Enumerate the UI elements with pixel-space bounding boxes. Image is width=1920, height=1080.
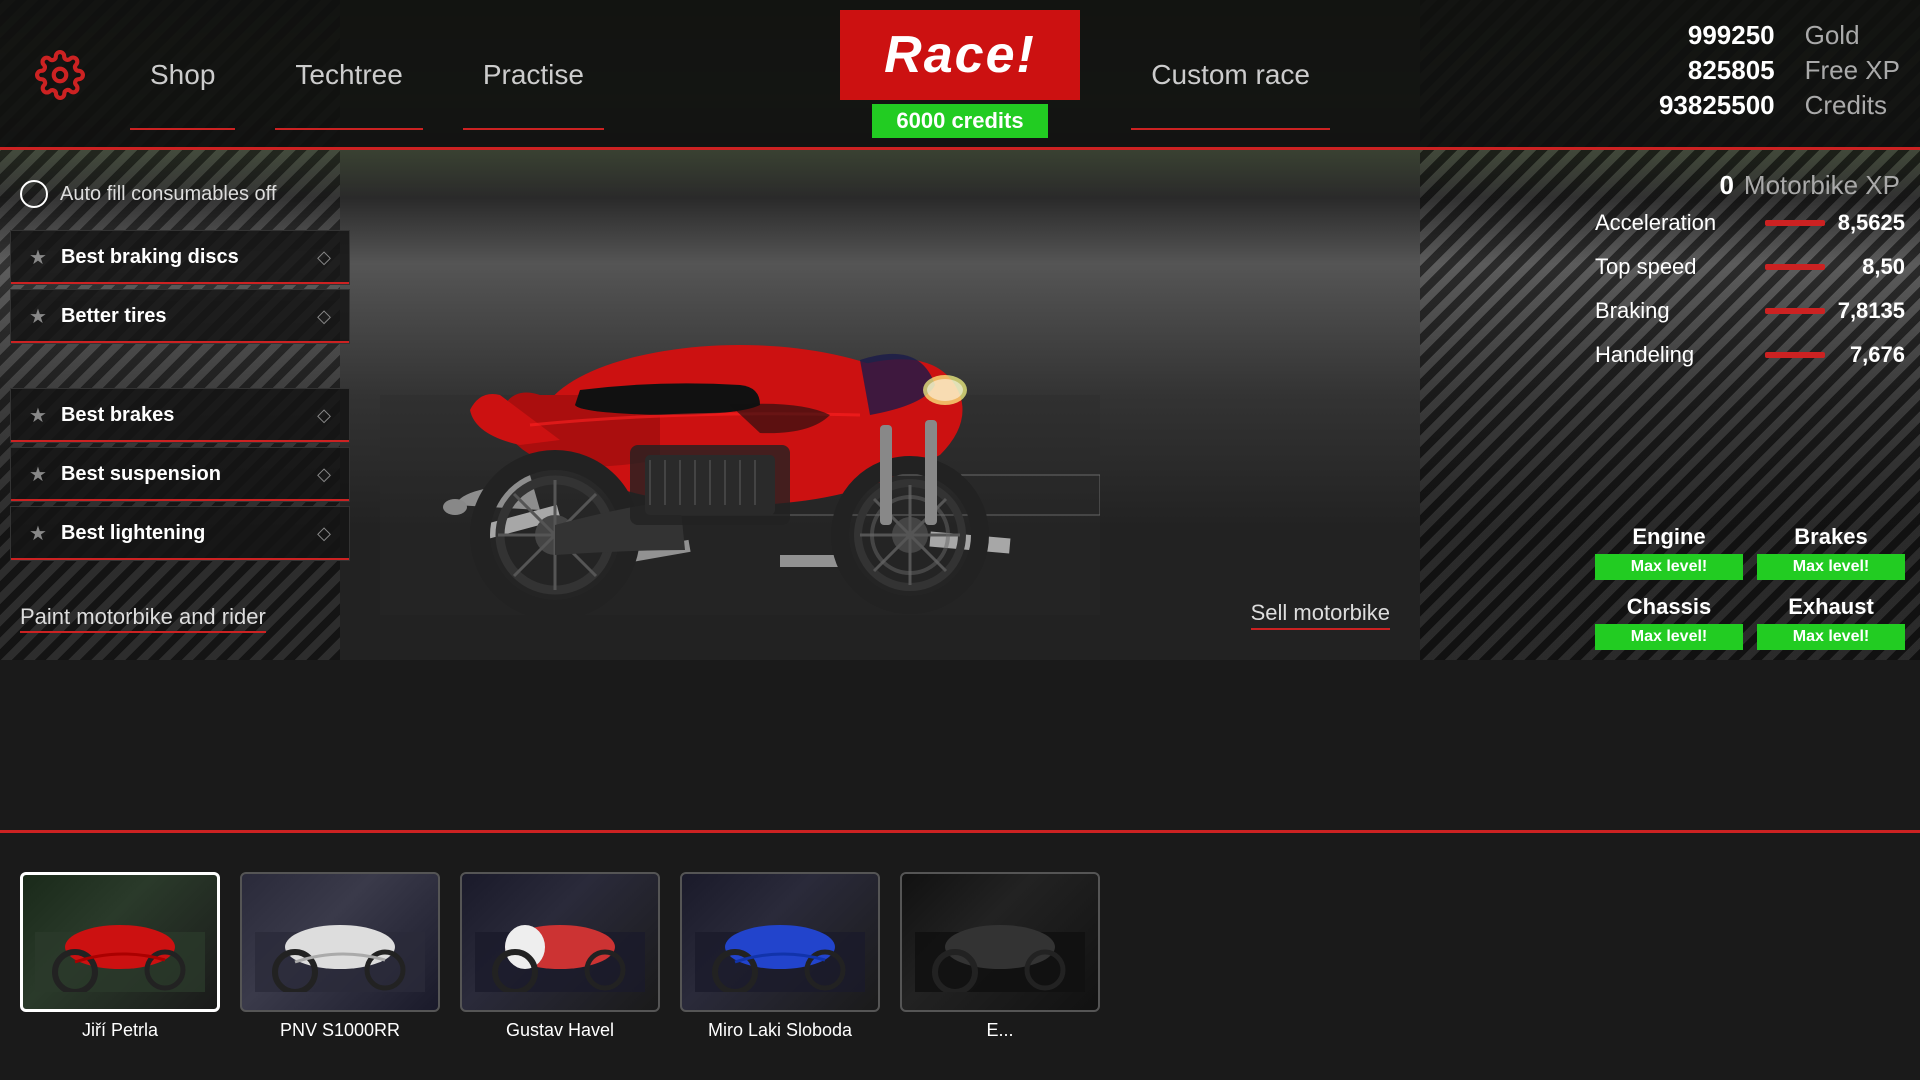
gallery-thumb-e	[900, 872, 1100, 1012]
star-icon: ★	[29, 521, 47, 546]
stat-braking-row: Braking 7,8135	[1595, 298, 1905, 324]
upgrade-braking-discs[interactable]: ★ Best braking discs ◇	[10, 230, 350, 285]
stat-topspeed-value: 8,50	[1835, 254, 1905, 280]
stat-topspeed-row: Top speed 8,50	[1595, 254, 1905, 280]
nav-custom-race[interactable]: Custom race	[1131, 0, 1330, 150]
upgrade-label: Best suspension	[61, 463, 317, 486]
motorbike-xp-display: 0 Motorbike XP	[1719, 170, 1900, 201]
gallery-thumb-miro	[680, 872, 880, 1012]
brakes-title: Brakes	[1794, 524, 1867, 550]
stat-handling-bar	[1765, 352, 1825, 358]
gallery-item-miro[interactable]: Miro Laki Sloboda	[680, 872, 880, 1041]
free-xp-label: Free XP	[1805, 55, 1900, 86]
upgrades-panel: ★ Best braking discs ◇ ★ Better tires ◇ …	[10, 230, 350, 565]
auto-fill-circle-icon	[20, 180, 48, 208]
main-bike-display	[340, 150, 1140, 660]
upgrade-label: Best braking discs	[61, 246, 317, 269]
xp-value: 0	[1719, 170, 1733, 201]
nav-techtree[interactable]: Techtree	[255, 0, 442, 150]
gallery-item-e[interactable]: E...	[900, 872, 1100, 1041]
stat-acceleration-row: Acceleration 8,5625	[1595, 210, 1905, 236]
chevron-icon: ◇	[317, 523, 331, 544]
exhaust-title: Exhaust	[1788, 594, 1874, 620]
stat-braking-name: Braking	[1595, 298, 1755, 324]
gallery-name-e: E...	[986, 1020, 1013, 1041]
stat-handling-name: Handeling	[1595, 342, 1755, 368]
stat-handling-row: Handeling 7,676	[1595, 342, 1905, 368]
auto-fill-label: Auto fill consumables off	[60, 183, 276, 206]
gallery-item-pnv[interactable]: PNV S1000RR	[240, 872, 440, 1041]
gallery-thumb-pnv	[240, 872, 440, 1012]
gallery-thumb-jiri	[20, 872, 220, 1012]
credits-label: Credits	[1805, 90, 1900, 121]
star-icon: ★	[29, 403, 47, 428]
sell-motorbike-link[interactable]: Sell motorbike	[1251, 600, 1390, 630]
stat-acceleration-bar	[1765, 220, 1825, 226]
gallery-item-jiri[interactable]: Jiří Petrla	[20, 872, 220, 1041]
nav-bar: Shop Techtree Practise	[110, 0, 624, 150]
star-icon: ★	[29, 462, 47, 487]
chevron-icon: ◇	[317, 247, 331, 268]
bike-stats-panel: Acceleration 8,5625 Top speed 8,50 Braki…	[1595, 210, 1905, 386]
gallery-name-jiri: Jiří Petrla	[82, 1020, 158, 1041]
upgrade-better-tires[interactable]: ★ Better tires ◇	[10, 289, 350, 344]
header-stats: 999250 Gold 825805 Free XP 93825500 Cred…	[1659, 20, 1900, 121]
credits-badge: 6000 credits	[872, 104, 1047, 138]
upgrade-best-lightening[interactable]: ★ Best lightening ◇	[10, 506, 350, 561]
engine-component: Engine Max level!	[1595, 524, 1743, 580]
chevron-icon: ◇	[317, 405, 331, 426]
gallery-item-gustav[interactable]: Gustav Havel	[460, 872, 660, 1041]
components-grid: Engine Max level! Brakes Max level! Chas…	[1595, 524, 1905, 650]
stat-acceleration-name: Acceleration	[1595, 210, 1755, 236]
header: Shop Techtree Practise Race! 6000 credit…	[0, 0, 1920, 150]
main-bike-svg	[380, 195, 1100, 615]
stat-acceleration-value: 8,5625	[1835, 210, 1905, 236]
nav-shop[interactable]: Shop	[110, 0, 255, 150]
gallery-name-pnv: PNV S1000RR	[280, 1020, 400, 1041]
brakes-badge: Max level!	[1757, 554, 1905, 580]
star-icon: ★	[29, 304, 47, 329]
free-xp-value: 825805	[1659, 55, 1775, 86]
gallery-name-miro: Miro Laki Sloboda	[708, 1020, 852, 1041]
settings-gear-icon[interactable]	[30, 45, 90, 105]
upgrade-label: Best lightening	[61, 522, 317, 545]
chassis-badge: Max level!	[1595, 624, 1743, 650]
chevron-icon: ◇	[317, 306, 331, 327]
race-button-container: Race! 6000 credits	[840, 10, 1080, 138]
stat-braking-value: 7,8135	[1835, 298, 1905, 324]
gallery-thumb-gustav	[460, 872, 660, 1012]
gallery-name-gustav: Gustav Havel	[506, 1020, 614, 1041]
stat-braking-bar	[1765, 308, 1825, 314]
exhaust-component: Exhaust Max level!	[1757, 594, 1905, 650]
chevron-icon: ◇	[317, 464, 331, 485]
credits-value: 93825500	[1659, 90, 1775, 121]
upgrade-label: Best brakes	[61, 404, 317, 427]
stat-handling-value: 7,676	[1835, 342, 1905, 368]
exhaust-badge: Max level!	[1757, 624, 1905, 650]
chassis-title: Chassis	[1627, 594, 1711, 620]
race-button[interactable]: Race!	[840, 10, 1080, 100]
header-red-line	[0, 147, 1920, 150]
upgrade-best-suspension[interactable]: ★ Best suspension ◇	[10, 447, 350, 502]
brakes-component: Brakes Max level!	[1757, 524, 1905, 580]
nav-practise[interactable]: Practise	[443, 0, 624, 150]
star-icon: ★	[29, 245, 47, 270]
bottom-gallery: Jiří Petrla PNV S1000RR Gustav Hav	[0, 830, 1920, 1080]
upgrade-best-brakes[interactable]: ★ Best brakes ◇	[10, 388, 350, 443]
chassis-component: Chassis Max level!	[1595, 594, 1743, 650]
gold-value: 999250	[1659, 20, 1775, 51]
engine-badge: Max level!	[1595, 554, 1743, 580]
stat-topspeed-bar	[1765, 264, 1825, 270]
upgrade-label: Better tires	[61, 305, 317, 328]
gold-label: Gold	[1805, 20, 1900, 51]
paint-motorbike-link[interactable]: Paint motorbike and rider	[20, 604, 266, 633]
stat-topspeed-name: Top speed	[1595, 254, 1755, 280]
paint-motorbike-section: Paint motorbike and rider	[20, 604, 266, 630]
xp-label: Motorbike XP	[1744, 170, 1900, 201]
engine-title: Engine	[1632, 524, 1705, 550]
auto-fill-toggle[interactable]: Auto fill consumables off	[20, 180, 276, 208]
